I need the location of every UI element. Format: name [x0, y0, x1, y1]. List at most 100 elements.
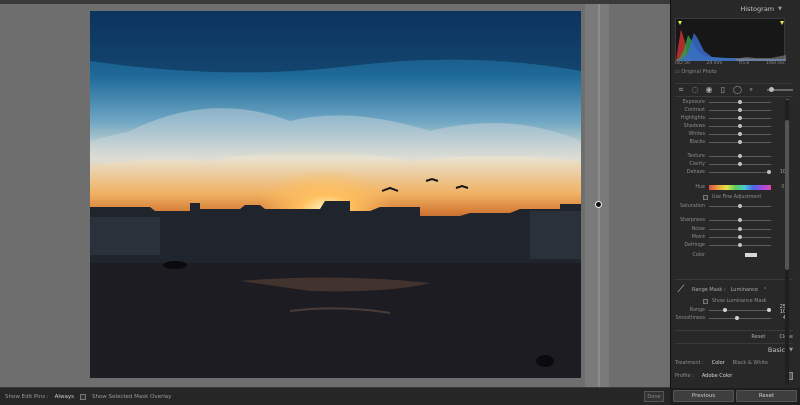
range-track[interactable]	[709, 307, 771, 312]
slider-contrast[interactable]: Contrast0	[675, 106, 795, 114]
slider-knob[interactable]	[738, 162, 742, 167]
slider-shadows[interactable]: Shadows0	[675, 122, 795, 130]
radial-filter-icon[interactable]: ◯	[733, 86, 742, 94]
slider-knob[interactable]	[738, 204, 742, 209]
slider-track[interactable]	[709, 218, 771, 223]
slider-noise[interactable]: Noise0	[675, 225, 795, 233]
tool-strip: ⌗ ◌ ◉ ▯ ◯ ∘	[675, 83, 793, 97]
hue-bar[interactable]	[709, 185, 771, 191]
treatment-color-button[interactable]: Color	[712, 360, 725, 366]
slider-sharpness[interactable]: Sharpness0	[675, 217, 795, 225]
slider-knob[interactable]	[738, 140, 742, 145]
crop-icon[interactable]: ⌗	[677, 86, 685, 94]
expand-icon[interactable]: ▼	[789, 347, 793, 353]
show-luminance-label: Show Luminance Mask	[712, 298, 767, 304]
spot-removal-icon[interactable]: ◌	[691, 86, 699, 94]
slider-knob[interactable]	[738, 226, 742, 231]
fine-adjustment-row[interactable]: Use Fine Adjustment	[675, 193, 795, 203]
overlay-checkbox[interactable]	[79, 393, 86, 400]
slider-track[interactable]	[709, 154, 771, 159]
original-photo-label: ▭ Original Photo	[675, 69, 717, 75]
slider-dehaze[interactable]: Dehaze100	[675, 169, 795, 177]
fine-adjustment-label: Use Fine Adjustment	[712, 195, 762, 201]
basic-section-header[interactable]: Basic ▼	[675, 343, 793, 355]
histogram[interactable]	[675, 18, 786, 61]
slider-knob[interactable]	[738, 123, 742, 128]
range-mask-select[interactable]: Luminance	[731, 287, 758, 293]
aperture: f/5.6	[739, 61, 750, 66]
sunset-photo[interactable]	[90, 11, 581, 378]
slider-exposure[interactable]: Exposure0	[675, 98, 795, 106]
show-luminance-checkbox[interactable]	[703, 298, 708, 304]
histogram-header[interactable]: Histogram ▼	[671, 0, 800, 18]
hue-row[interactable]: Hue 0.0	[675, 183, 795, 193]
slider-track[interactable]	[709, 242, 771, 247]
slider-track[interactable]	[709, 140, 771, 145]
fine-adjustment-checkbox[interactable]	[703, 195, 708, 201]
slider-track[interactable]	[709, 107, 771, 112]
smoothness-knob[interactable]	[735, 315, 739, 320]
slider-blacks[interactable]: Blacks0	[675, 138, 795, 146]
slider-knob[interactable]	[738, 131, 742, 136]
slider-moire[interactable]: Moiré0	[675, 233, 795, 241]
previous-button[interactable]: Previous	[673, 390, 734, 402]
color-swatch[interactable]	[745, 253, 757, 258]
graduated-filter-icon[interactable]: ▯	[719, 86, 727, 94]
slider-track[interactable]	[709, 170, 771, 175]
eyedropper-icon[interactable]: ⟋	[675, 284, 687, 296]
slider-knob[interactable]	[738, 154, 742, 159]
range-slider[interactable]: Range 25 / 100	[675, 305, 793, 315]
slider-label: Blacks	[689, 140, 705, 146]
range-mask-row[interactable]: ⟋ Range Mask : Luminance ⌃	[675, 284, 793, 296]
hue-label: Hue	[695, 185, 705, 191]
smoothness-slider[interactable]: Smoothness 42	[675, 314, 793, 322]
slider-knob[interactable]	[738, 218, 742, 223]
slider-knob[interactable]	[738, 242, 742, 247]
slider-label: Contrast	[684, 107, 706, 113]
highlight-clip-indicator[interactable]	[780, 21, 784, 25]
mask-footer: Reset Close	[675, 330, 793, 342]
red-eye-icon[interactable]: ◉	[705, 86, 713, 94]
original-photo-text: Original Photo	[681, 69, 717, 75]
slider-knob[interactable]	[738, 99, 742, 104]
slider-track[interactable]	[709, 99, 771, 104]
slider-label: Exposure	[682, 99, 705, 105]
slider-track[interactable]	[709, 204, 771, 209]
smoothness-track[interactable]	[709, 315, 771, 320]
slider-track[interactable]	[709, 123, 771, 128]
slider-saturation[interactable]: Saturation0	[675, 203, 795, 211]
slider-whites[interactable]: Whites0	[675, 130, 795, 138]
slider-label: Saturation	[679, 204, 705, 210]
slider-track[interactable]	[709, 131, 771, 136]
panel-scrollbar-thumb[interactable]	[785, 120, 789, 270]
range-low-knob[interactable]	[723, 307, 727, 312]
slider-knob[interactable]	[738, 115, 742, 120]
slider-defringe[interactable]: Defringe0	[675, 241, 795, 249]
slider-label: Shadows	[683, 123, 705, 129]
slider-texture[interactable]: Texture0	[675, 153, 795, 161]
slider-track[interactable]	[709, 115, 771, 120]
reset-button[interactable]: Reset	[736, 390, 797, 402]
slider-track[interactable]	[709, 234, 771, 239]
range-label: Range	[689, 307, 705, 313]
slider-knob[interactable]	[738, 107, 742, 112]
right-divider-line	[598, 4, 600, 387]
tool-amount-slider[interactable]	[767, 87, 793, 92]
color-row[interactable]: Color	[675, 249, 795, 261]
edit-pins-select[interactable]: Always	[55, 394, 74, 400]
slider-clarity[interactable]: Clarity0	[675, 161, 795, 169]
slider-track[interactable]	[709, 226, 771, 231]
lightroom-develop: Show Edit Pins : Always Show Selected Ma…	[0, 0, 800, 405]
collapse-icon[interactable]: ▼	[778, 6, 782, 12]
profile-select[interactable]: Adobe Color	[702, 373, 732, 379]
slider-highlights[interactable]: Highlights0	[675, 114, 795, 122]
treatment-bw-button[interactable]: Black & White	[733, 360, 768, 366]
slider-knob[interactable]	[738, 234, 742, 239]
slider-track[interactable]	[709, 162, 771, 167]
reset-link[interactable]: Reset	[751, 334, 765, 340]
adjustment-brush-icon[interactable]: ∘	[747, 86, 755, 94]
range-high-knob[interactable]	[767, 307, 771, 312]
done-button[interactable]: Done	[644, 391, 664, 402]
edit-pin[interactable]	[595, 201, 602, 208]
shadow-clip-indicator[interactable]	[678, 21, 682, 25]
